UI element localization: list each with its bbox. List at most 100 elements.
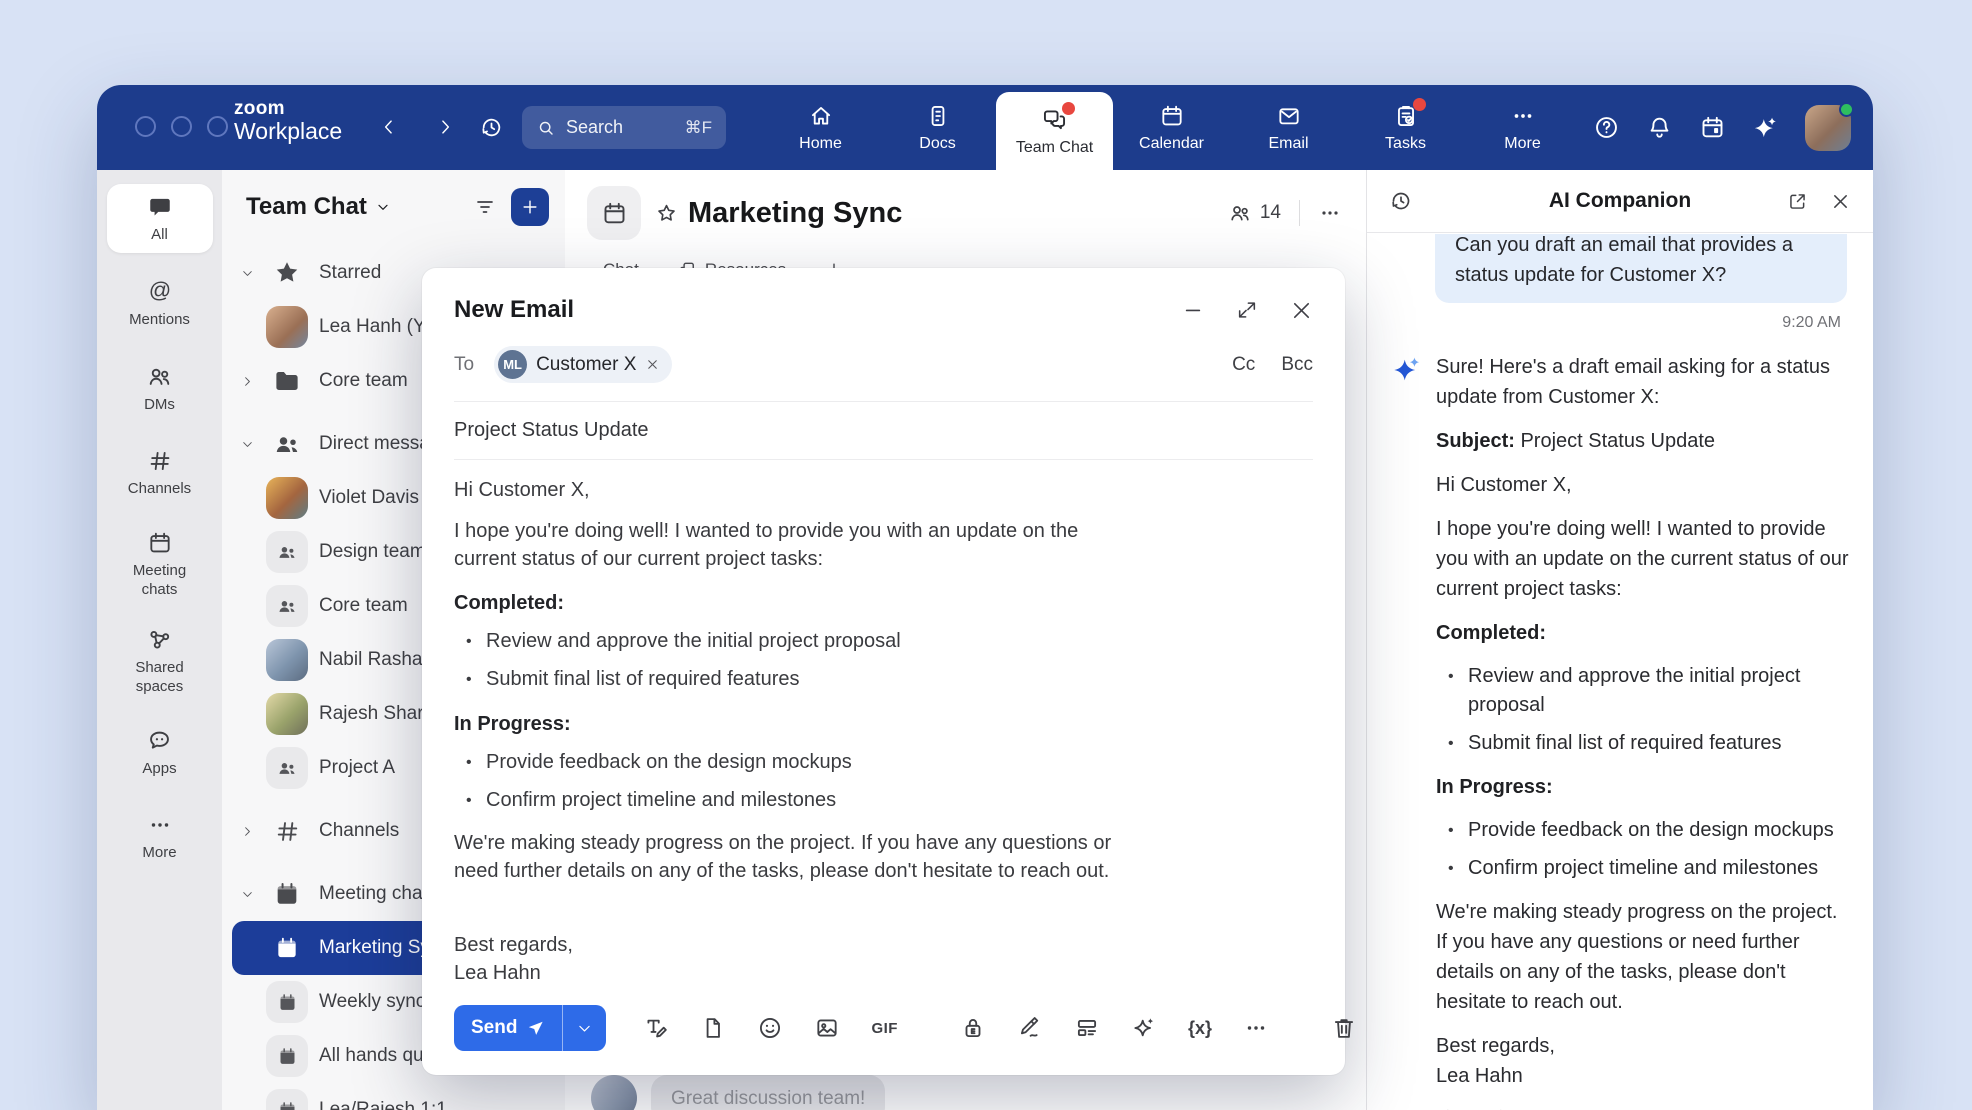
cc-button[interactable]: Cc [1232,354,1255,376]
email-inprogress-list: Provide feedback on the design mockups C… [462,748,1145,815]
channels-icon [147,448,173,474]
tab-home[interactable]: Home [762,85,879,170]
tab-more[interactable]: More [1464,85,1581,170]
email-icon [1276,102,1302,130]
search-input[interactable]: Search ⌘F [522,106,726,149]
recipient-chip[interactable]: ML Customer X [494,346,672,383]
traffic-light-close[interactable] [135,116,156,137]
shared-spaces-icon [146,626,173,653]
ai-inprogress-list: Provide feedback on the design mockups C… [1444,816,1849,883]
window-controls[interactable] [135,116,228,137]
chat-message: Great discussion team! [591,1075,885,1110]
list-item: Submit final list of required features [462,665,1145,694]
tab-email[interactable]: Email [1230,85,1347,170]
ai-intro: Sure! Here's a draft email asking for a … [1436,352,1849,412]
traffic-light-zoom[interactable] [207,116,228,137]
back-button[interactable] [375,113,403,141]
subject-field[interactable]: Project Status Update [422,402,1345,459]
rail-label: Channels [128,480,191,499]
attach-file-icon[interactable] [700,1015,726,1041]
list-item-label: Starred [319,262,381,284]
text-format-icon[interactable] [643,1015,669,1041]
emoji-icon[interactable] [757,1015,783,1041]
avatar [266,306,308,348]
forward-button[interactable] [431,113,459,141]
rail-item-mentions[interactable]: @ Mentions [107,275,213,333]
expand-icon[interactable] [1236,299,1258,321]
calendar-date-icon[interactable] [1699,114,1726,141]
ai-close-icon[interactable] [1830,191,1851,212]
send-button[interactable]: Send [454,1005,562,1051]
more-icon [1510,102,1536,130]
image-icon[interactable] [814,1015,840,1041]
rail-item-more[interactable]: More [107,809,213,867]
ai-sparkle-icon[interactable] [1752,114,1779,141]
send-options-button[interactable] [562,1005,606,1051]
members-button[interactable]: 14 [1228,201,1281,225]
new-chat-button[interactable] [511,188,549,226]
rail-item-apps[interactable]: Apps [107,724,213,782]
tab-docs[interactable]: Docs [879,85,996,170]
tab-label: Docs [919,135,955,153]
filter-icon[interactable] [473,195,497,219]
calendar-icon [1159,102,1185,130]
tab-calendar[interactable]: Calendar [1113,85,1230,170]
tab-team-chat[interactable]: Team Chat [996,92,1113,170]
message-bubble: Great discussion team! [651,1075,885,1110]
open-external-icon[interactable] [1787,191,1808,212]
home-icon [808,102,834,130]
ai-intro2: I hope you're doing well! I wanted to pr… [1436,514,1849,604]
ai-completed-label: Completed: [1436,618,1849,648]
encrypt-icon[interactable] [960,1015,986,1041]
email-closing: We're making steady progress on the proj… [454,829,1145,885]
list-item-lea-rajesh[interactable]: Lea/Rajesh 1:1 [232,1083,557,1110]
chat-list-title[interactable]: Team Chat [246,193,391,221]
chevron-right-icon [241,825,254,838]
ai-greeting: Hi Customer X, [1436,470,1849,500]
traffic-light-minimize[interactable] [171,116,192,137]
signature-icon[interactable] [1017,1015,1043,1041]
ai-compose-icon[interactable] [1131,1015,1157,1041]
tab-tasks[interactable]: Tasks [1347,85,1464,170]
email-body-editor[interactable]: Hi Customer X, I hope you're doing well!… [422,460,1177,987]
user-message-bubble: Can you draft an email that provides a s… [1435,234,1847,303]
user-avatar[interactable] [1805,105,1851,151]
gif-button[interactable]: GIF [871,1020,898,1037]
tab-label: More [1504,135,1540,153]
notifications-icon[interactable] [1646,114,1673,141]
app-window: zoom Workplace Search ⌘F Home [97,85,1873,1110]
to-label: To [454,354,474,376]
channel-more-icon[interactable] [1318,201,1342,225]
chevron-down-icon [241,267,254,280]
member-count: 14 [1260,202,1281,224]
rail-item-dms[interactable]: DMs [107,360,213,418]
toolbar-more-icon[interactable] [1243,1015,1269,1041]
new-email-modal: New Email To ML Customer X Cc Bcc [422,268,1345,1075]
history-icon[interactable] [477,113,505,141]
delete-draft-icon[interactable] [1331,1015,1357,1041]
team-chat-badge [1062,102,1075,115]
calendar-icon [266,1035,308,1077]
rail-item-all[interactable]: All [107,184,213,253]
list-item-label: Core team [319,595,408,617]
rail-label: DMs [144,396,175,415]
list-item: Provide feedback on the design mockups [1444,816,1849,845]
logo-line-2: Workplace [234,119,342,143]
channel-title: Marketing Sync [688,197,902,230]
tab-label: Calendar [1139,135,1204,153]
rail-item-shared-spaces[interactable]: Shared spaces [107,626,213,697]
meeting-chats-icon [147,530,173,556]
bcc-button[interactable]: Bcc [1281,354,1313,376]
help-icon[interactable] [1593,114,1620,141]
minimize-icon[interactable] [1182,299,1204,321]
rail-item-channels[interactable]: Channels [107,445,213,503]
remove-recipient-icon[interactable] [645,357,660,372]
close-icon[interactable] [1290,299,1313,322]
svg-text:@: @ [148,278,171,303]
variable-button[interactable]: {x} [1188,1018,1212,1039]
left-rail: All @ Mentions DMs Channels Meeting chat… [97,170,222,1110]
template-icon[interactable] [1074,1015,1100,1041]
rail-item-meeting-chats[interactable]: Meeting chats [107,530,213,600]
group-icon [266,747,308,789]
favorite-star-icon[interactable] [655,202,678,225]
